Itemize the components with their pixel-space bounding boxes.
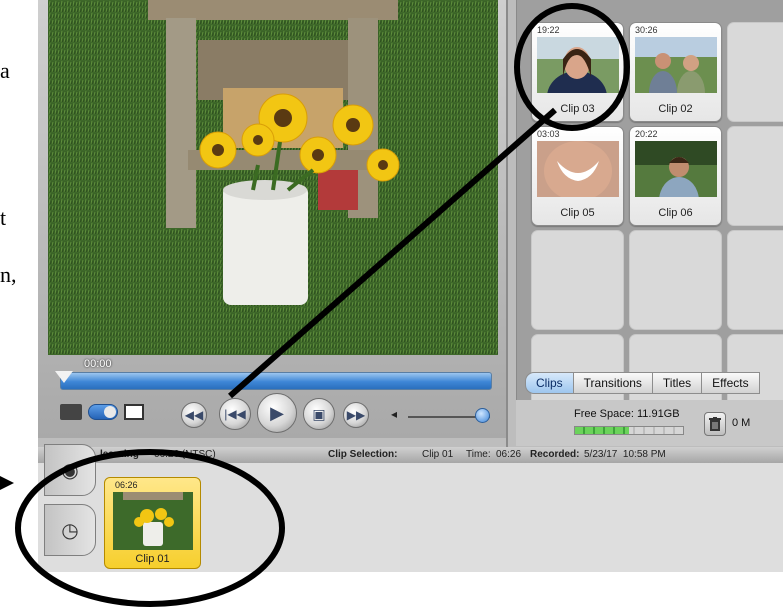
timeline-clip[interactable]: 06:26 Clip 01: [104, 477, 201, 569]
empty-clip-slot[interactable]: [727, 126, 783, 226]
doc-text-fragment-2: t: [0, 205, 7, 230]
toggle-switch-icon[interactable]: [88, 404, 118, 420]
clips-pane: 19:22 Clip 03 30:26 Clip 02 03:03 Clip 0…: [516, 0, 783, 434]
clip-preview-image: [537, 37, 619, 93]
tab-titles[interactable]: Titles: [652, 372, 703, 394]
clip-duration: 06:26: [115, 480, 138, 490]
clip-duration: 20:22: [635, 129, 658, 139]
recorded-label: Recorded:: [530, 449, 580, 460]
video-frame-sunflowers: [48, 0, 498, 355]
tab-transitions[interactable]: Transitions: [573, 372, 653, 394]
video-preview: [48, 0, 498, 355]
viewer-switch-tabs: ◉ ◷: [44, 444, 96, 569]
clip-duration: 19:22: [537, 25, 560, 35]
imovie-window: 00:00 ◀◀ |◀◀ ▶ ▣ ▶▶ ◂ ◂): [38, 0, 783, 572]
project-time: 06:26 (NTSC): [154, 449, 216, 460]
play-icon[interactable]: ▶: [257, 393, 297, 433]
clip-preview-image: [537, 141, 619, 197]
clip-name: Clip 01: [135, 553, 170, 565]
scrubber-track[interactable]: [55, 371, 492, 390]
clip-preview-image: [635, 141, 717, 197]
empty-clip-slot[interactable]: [629, 230, 722, 330]
scrubber-bar[interactable]: 00:00: [55, 358, 492, 394]
time-value: 06:26: [496, 449, 522, 460]
skip-back-icon[interactable]: |◀◀: [219, 398, 251, 430]
free-space-label: Free Space: 11.91GB: [574, 408, 680, 420]
recorded-value: 5/23/17 10:58 PM: [584, 449, 666, 460]
clip-thumbnail[interactable]: 03:03 Clip 05: [531, 126, 624, 226]
doc-text-fragment-3: n,: [0, 262, 17, 287]
fullscreen-icon[interactable]: [124, 404, 144, 420]
clip-thumbnail[interactable]: 20:22 Clip 06: [629, 126, 722, 226]
eye-icon[interactable]: ◉: [44, 444, 96, 496]
free-space-meter: [574, 426, 684, 435]
volume-low-icon: ◂: [391, 407, 398, 421]
free-space-area: Free Space: 11.91GB 0 M: [516, 400, 783, 446]
clip-name: Clip 03: [560, 103, 595, 115]
clip-duration: 03:03: [537, 129, 560, 139]
trash-size-label: 0 M: [732, 417, 751, 429]
tab-clips[interactable]: Clips: [525, 372, 574, 394]
clip-grid: 19:22 Clip 03 30:26 Clip 02 03:03 Clip 0…: [527, 0, 783, 434]
playback-controls: ◀◀ |◀◀ ▶ ▣ ▶▶ ◂ ◂): [38, 393, 508, 437]
dv-camera-icon[interactable]: [60, 404, 82, 420]
fast-forward-icon[interactable]: ▶▶: [343, 402, 369, 428]
trash-icon[interactable]: [704, 412, 726, 436]
play-fullscreen-icon[interactable]: ▣: [303, 398, 335, 430]
playhead-handle[interactable]: [55, 371, 73, 383]
screenshot-stage: a t n, 00:00 ◀◀ |◀◀ ▶ ▣ ▶▶ ◂ 19:22 Clip …: [0, 0, 783, 607]
empty-clip-slot[interactable]: [531, 230, 624, 330]
clip-thumbnail[interactable]: 30:26 Clip 02: [629, 22, 722, 122]
clip-viewer-shelf: ◉ ◷ 06:26 Clip 01: [38, 444, 783, 572]
rewind-icon[interactable]: ◀◀: [181, 402, 207, 428]
free-space-meter-fill: [575, 427, 629, 434]
timecode: 00:00: [84, 358, 112, 370]
pane-divider: [506, 0, 508, 447]
annotation-arrow-head: [0, 476, 14, 490]
monitor-panel: 00:00 ◀◀ |◀◀ ▶ ▣ ▶▶ ◂ ◂): [38, 0, 508, 438]
clip-name: Clip 06: [658, 207, 693, 219]
time-label: Time:: [466, 449, 491, 460]
clip-thumbnail[interactable]: 19:22 Clip 03: [531, 22, 624, 122]
status-bar: learning 06:26 (NTSC) Clip Selection: Cl…: [38, 447, 783, 463]
empty-clip-slot[interactable]: [727, 22, 783, 122]
clip-name: Clip 02: [658, 103, 693, 115]
pane-tabs: Clips Transitions Titles Effects: [525, 372, 760, 394]
clip-name: Clip 05: [560, 207, 595, 219]
volume-slider-knob[interactable]: [474, 408, 490, 423]
project-name: learning: [100, 449, 139, 460]
clip-preview-image: [113, 492, 193, 550]
clock-icon[interactable]: ◷: [44, 504, 96, 556]
empty-clip-slot[interactable]: [727, 230, 783, 330]
tab-effects[interactable]: Effects: [702, 372, 760, 394]
clip-selection-label: Clip Selection:: [328, 449, 398, 460]
clip-preview-image: [635, 37, 717, 93]
clip-duration: 30:26: [635, 25, 658, 35]
clip-selection-value: Clip 01: [422, 449, 454, 460]
doc-text-fragment-1: a: [0, 58, 10, 83]
